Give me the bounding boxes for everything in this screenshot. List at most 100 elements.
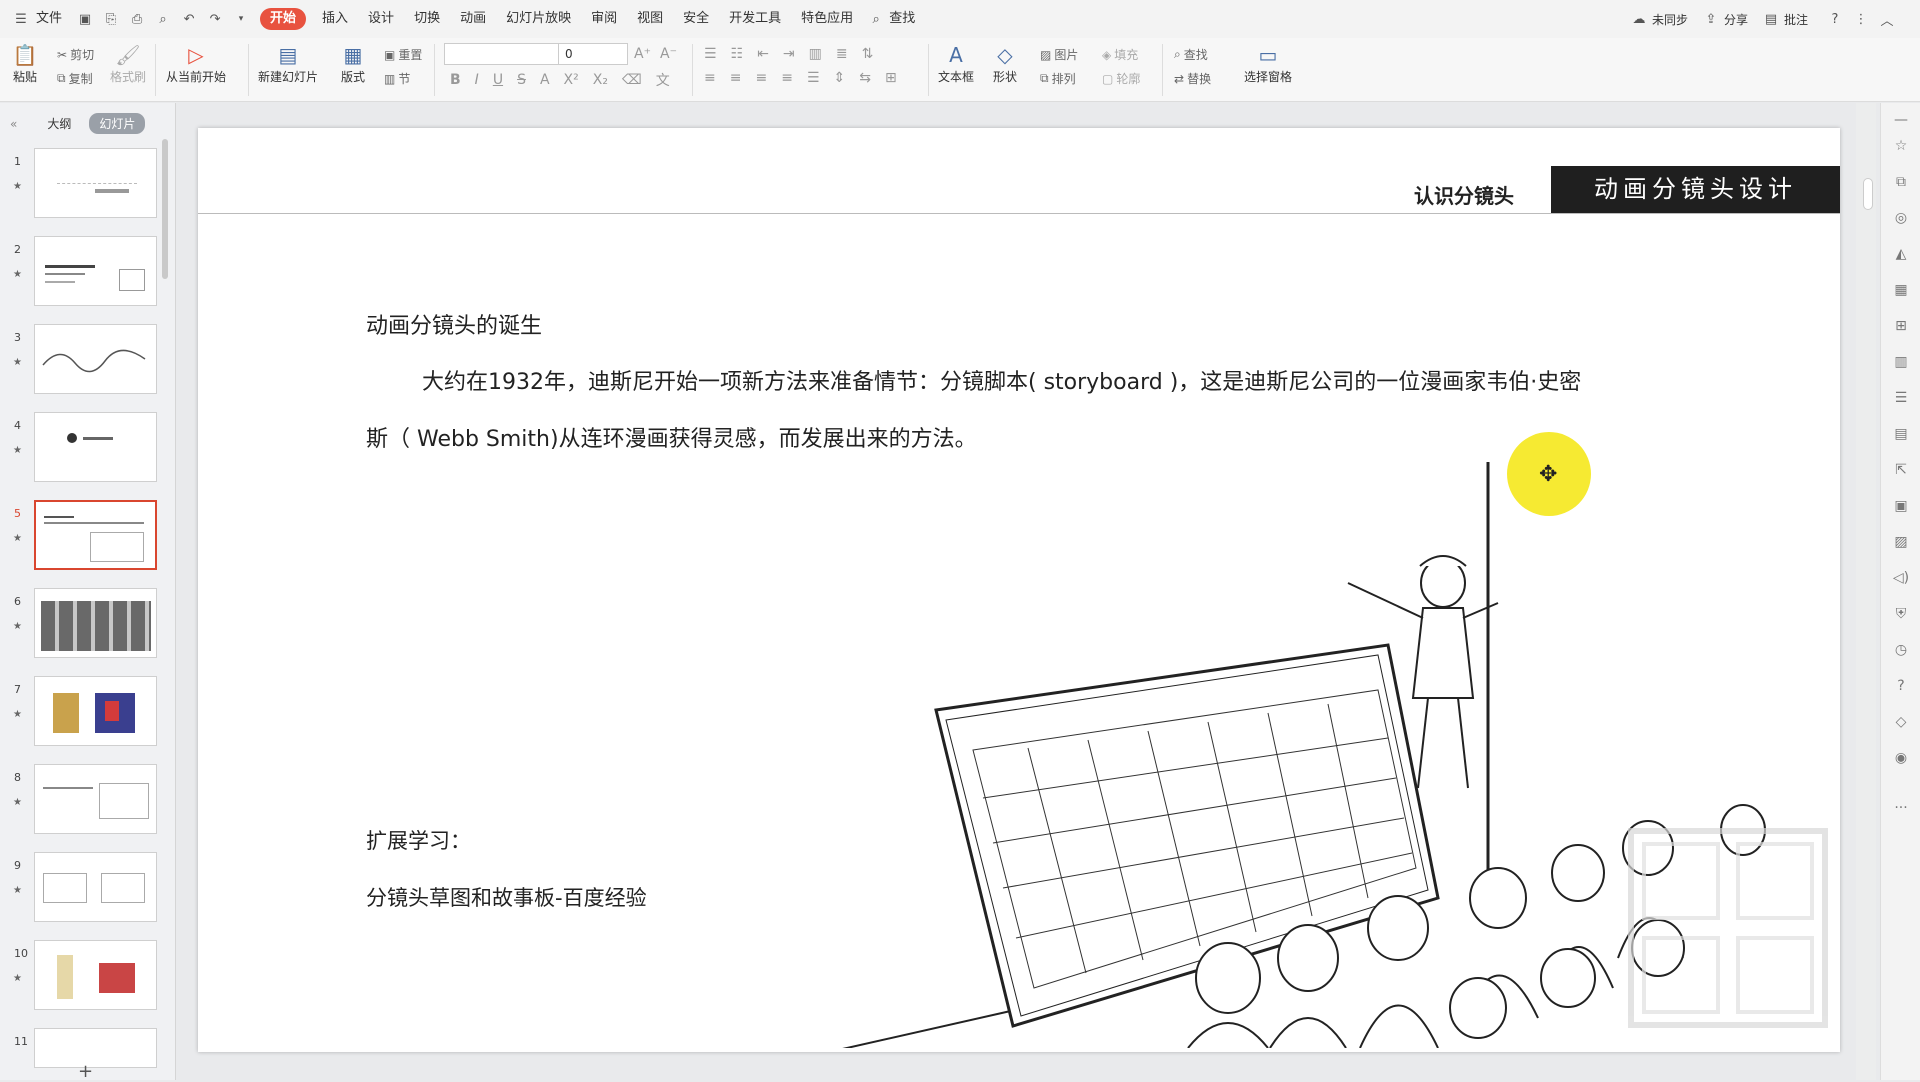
increase-indent-icon[interactable]: ⇥ xyxy=(783,46,795,62)
image-icon[interactable]: ▨ xyxy=(1892,533,1910,551)
copy-style-icon[interactable]: ⧉ xyxy=(1892,173,1910,191)
numbering-icon[interactable]: ☷ xyxy=(731,46,744,62)
comment-button[interactable]: 批注 xyxy=(1784,11,1808,28)
output-icon[interactable]: ⎘ xyxy=(102,10,120,28)
tab-home[interactable]: 开始 xyxy=(260,8,307,30)
font-color-icon[interactable]: A xyxy=(540,72,550,88)
cube-icon[interactable]: ◇ xyxy=(1892,713,1910,731)
collapse-ribbon-icon[interactable]: ︿ xyxy=(1878,10,1896,29)
sync-status[interactable]: 未同步 xyxy=(1652,11,1688,28)
menu-search[interactable]: 查找 xyxy=(889,0,925,38)
slide-thumbnail-5[interactable] xyxy=(34,500,157,570)
extended-learning-link[interactable]: 分镜头草图和故事板-百度经验 xyxy=(366,882,647,912)
columns-icon[interactable]: ▥ xyxy=(809,46,822,62)
italic-icon[interactable]: I xyxy=(475,72,479,88)
slide-thumbnail-10[interactable] xyxy=(34,940,157,1010)
customize-icon[interactable]: ▾ xyxy=(232,10,250,28)
find-button[interactable]: ⌕ 查找 xyxy=(1174,46,1208,63)
picture-button[interactable]: ▨ 图片 xyxy=(1040,46,1078,63)
shield-icon[interactable]: ⛨ xyxy=(1892,605,1910,623)
slide-thumbnail-9[interactable] xyxy=(34,852,157,922)
arrange-button[interactable]: ⧉ 排列 xyxy=(1040,70,1076,87)
panel-collapse-icon[interactable]: « xyxy=(10,117,17,131)
tab-review[interactable]: 审阅 xyxy=(581,0,627,38)
slide-thumbnail-4[interactable] xyxy=(34,412,157,482)
more-icon[interactable]: ⋮ xyxy=(1852,10,1870,28)
align-left-icon[interactable]: ≡ xyxy=(704,70,716,86)
pin-icon[interactable]: ☆ xyxy=(1892,137,1910,155)
chart-icon[interactable]: ▥ xyxy=(1892,353,1910,371)
help-circle-icon[interactable]: ? xyxy=(1892,677,1910,695)
tab-special[interactable]: 特色应用 xyxy=(791,0,863,38)
preview-icon[interactable]: ⌕ xyxy=(154,10,172,28)
grow-font-icon[interactable]: A⁺ xyxy=(634,46,651,62)
tab-slides[interactable]: 幻灯片 xyxy=(89,113,146,134)
table-icon[interactable]: ▦ xyxy=(1892,281,1910,299)
align-center-icon[interactable]: ≡ xyxy=(730,70,742,86)
align-text-icon[interactable]: ⇕ xyxy=(834,70,846,86)
shape-effects-icon[interactable]: ◎ xyxy=(1892,209,1910,227)
strike-icon[interactable]: S xyxy=(517,72,526,88)
copy-button[interactable]: ⧉ 复制 xyxy=(57,70,93,87)
tab-view[interactable]: 视图 xyxy=(627,0,673,38)
replace-button[interactable]: ⇄ 替换 xyxy=(1174,70,1211,87)
tab-slideshow[interactable]: 幻灯片放映 xyxy=(496,0,581,38)
format-painter-button[interactable]: 🖌 格式刷 xyxy=(110,42,146,85)
section-button[interactable]: ▥ 节 xyxy=(384,70,410,87)
grid-icon[interactable]: ⊞ xyxy=(1892,317,1910,335)
smartart-icon[interactable]: ⊞ xyxy=(885,70,897,86)
menu-file[interactable]: 文件 xyxy=(34,0,72,38)
tab-transitions[interactable]: 切换 xyxy=(404,0,450,38)
save-icon[interactable]: ▣ xyxy=(76,10,94,28)
slide-scrollbar-thumb[interactable] xyxy=(1863,178,1873,210)
slide-scrollbar-track[interactable] xyxy=(1856,103,1876,1080)
tab-design[interactable]: 设计 xyxy=(358,0,404,38)
help-icon[interactable]: ? xyxy=(1826,10,1844,28)
redo-icon[interactable]: ↷ xyxy=(206,10,224,28)
slide-thumbnail-8[interactable] xyxy=(34,764,157,834)
slide-thumbnail-1[interactable] xyxy=(34,148,157,218)
export-icon[interactable]: ⇱ xyxy=(1892,461,1910,479)
bullets-icon[interactable]: ☰ xyxy=(704,46,717,62)
history-icon[interactable]: ◷ xyxy=(1892,641,1910,659)
document-icon[interactable]: ▤ xyxy=(1892,425,1910,443)
undo-icon[interactable]: ↶ xyxy=(180,10,198,28)
hamburger-icon[interactable]: ☰ xyxy=(12,10,30,28)
tab-outline[interactable]: 大纲 xyxy=(37,113,81,134)
select-pane-button[interactable]: ▭ 选择窗格 xyxy=(1244,42,1292,85)
superscript-icon[interactable]: X² xyxy=(564,72,579,88)
eraser-icon[interactable]: ⌫ xyxy=(622,72,642,88)
shrink-font-icon[interactable]: A⁻ xyxy=(660,46,677,62)
slide-thumbnail-3[interactable] xyxy=(34,324,157,394)
font-name-combo[interactable] xyxy=(444,43,560,65)
fill-bucket-icon[interactable]: ◭ xyxy=(1892,245,1910,263)
underline-icon[interactable]: U xyxy=(493,72,503,88)
tab-insert[interactable]: 插入 xyxy=(312,0,358,38)
subscript-icon[interactable]: X₂ xyxy=(593,72,608,88)
align-right-icon[interactable]: ≡ xyxy=(755,70,767,86)
minus-icon[interactable]: — xyxy=(1892,111,1910,129)
tab-security[interactable]: 安全 xyxy=(673,0,719,38)
search-icon[interactable]: ⌕ xyxy=(867,10,885,28)
line-spacing-icon[interactable]: ≣ xyxy=(836,46,848,62)
slide-thumbnail-6[interactable] xyxy=(34,588,157,658)
decrease-indent-icon[interactable]: ⇤ xyxy=(757,46,769,62)
fill-button[interactable]: ◈ 填充 xyxy=(1102,46,1138,63)
tab-animations[interactable]: 动画 xyxy=(450,0,496,38)
distribute-icon[interactable]: ☰ xyxy=(807,70,820,86)
slide-thumbnail-2[interactable] xyxy=(34,236,157,306)
slide-thumbnail-7[interactable] xyxy=(34,676,157,746)
panel-scrollbar[interactable] xyxy=(162,139,168,279)
shape-button[interactable]: ◇ 形状 xyxy=(992,42,1018,85)
paste-button[interactable]: 📋 粘贴 xyxy=(12,42,38,85)
slide-thumbnail-11[interactable] xyxy=(34,1028,157,1068)
bold-icon[interactable]: B xyxy=(450,72,461,88)
layout-button[interactable]: ▦ 版式 xyxy=(340,42,366,85)
cut-button[interactable]: ✂ 剪切 xyxy=(57,46,94,63)
text-direction-icon[interactable]: ⇅ xyxy=(862,46,874,62)
font-size-combo[interactable]: 0 xyxy=(558,43,628,65)
add-slide-icon[interactable]: + xyxy=(78,1061,93,1082)
from-current-button[interactable]: ▷ 从当前开始 xyxy=(166,42,226,85)
convert-icon[interactable]: ⇆ xyxy=(859,70,871,86)
justify-icon[interactable]: ≡ xyxy=(781,70,793,86)
